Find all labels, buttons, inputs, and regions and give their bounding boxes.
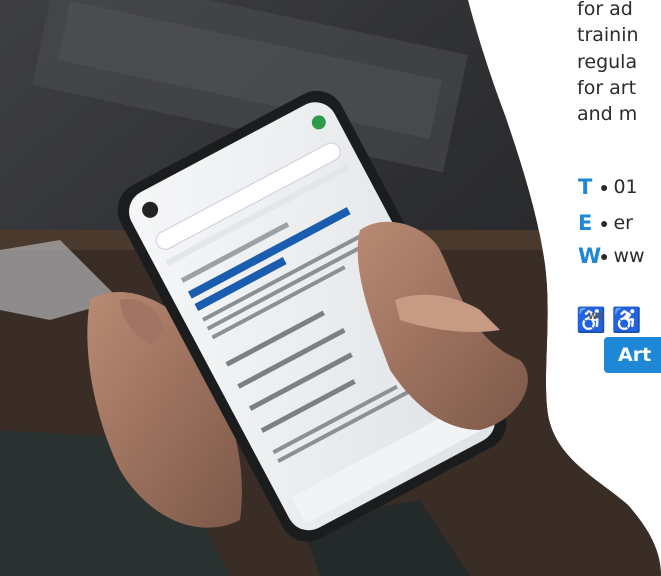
- web-letter: W: [578, 244, 602, 268]
- email-letter: E: [578, 211, 593, 235]
- wc-label: WC: [588, 312, 605, 322]
- web-value: ww: [613, 245, 645, 267]
- bullet-icon: ●: [600, 248, 609, 264]
- web-contact: W ● ww: [578, 244, 645, 268]
- bullet-icon: ●: [600, 215, 609, 231]
- description-line: trainin: [577, 24, 639, 46]
- phone-letter: T: [578, 175, 593, 199]
- description-line: for ad: [577, 0, 633, 20]
- email-contact: E ● er: [578, 211, 633, 235]
- category-tag: Art: [604, 337, 661, 373]
- phone-value: 01: [613, 176, 638, 198]
- phone-photo: [0, 0, 661, 576]
- description-line: and m: [577, 103, 638, 125]
- accessibility-icons: ♿ WC ♿: [576, 306, 642, 336]
- accessible-toilet-icon: ♿ WC: [576, 306, 606, 336]
- bullet-icon: ●: [600, 179, 609, 195]
- phone-contact: T ● 01: [578, 175, 638, 199]
- description-line: for art: [577, 77, 637, 99]
- email-value: er: [613, 212, 633, 234]
- description-line: regula: [577, 51, 638, 73]
- wheelchair-access-icon: ♿: [611, 307, 642, 334]
